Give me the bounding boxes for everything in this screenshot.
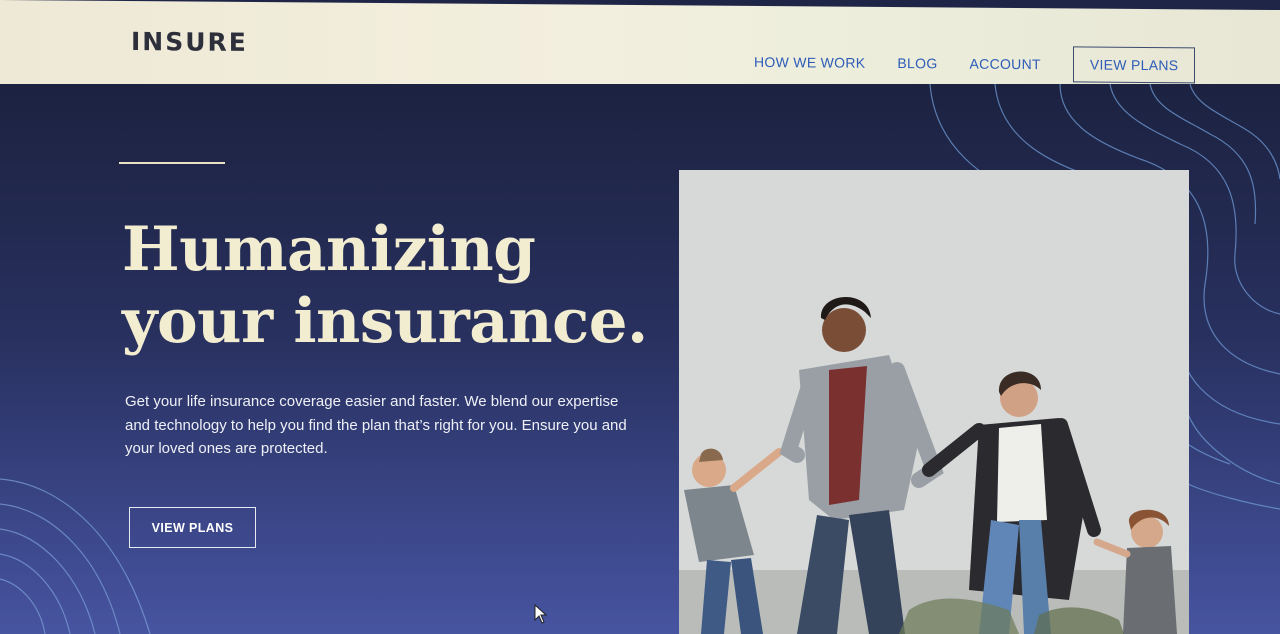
hero-title-line-1: Humanizing <box>122 214 536 285</box>
main-nav: HOW WE WORK BLOG ACCOUNT VIEW PLANS <box>754 44 1196 84</box>
hero-view-plans-button[interactable]: VIEW PLANS <box>129 507 256 548</box>
mouse-cursor-icon <box>534 604 548 624</box>
hero-section: Humanizing your insurance. Get your life… <box>0 84 1280 634</box>
accent-line <box>119 162 225 164</box>
family-photo <box>679 170 1189 634</box>
nav-blog[interactable]: BLOG <box>897 55 937 71</box>
family-illustration <box>679 170 1189 634</box>
nav-how-we-work[interactable]: HOW WE WORK <box>754 54 865 71</box>
logo[interactable]: INSURE <box>131 27 248 57</box>
hero-title-line-2: your insurance. <box>122 286 648 357</box>
header-view-plans-button[interactable]: VIEW PLANS <box>1072 46 1196 84</box>
hero-title: Humanizing your insurance. <box>122 214 648 358</box>
hero-description: Get your life insurance coverage easier … <box>125 393 627 457</box>
site-header: INSURE HOW WE WORK BLOG ACCOUNT VIEW PLA… <box>0 0 1280 97</box>
nav-account[interactable]: ACCOUNT <box>970 56 1041 73</box>
